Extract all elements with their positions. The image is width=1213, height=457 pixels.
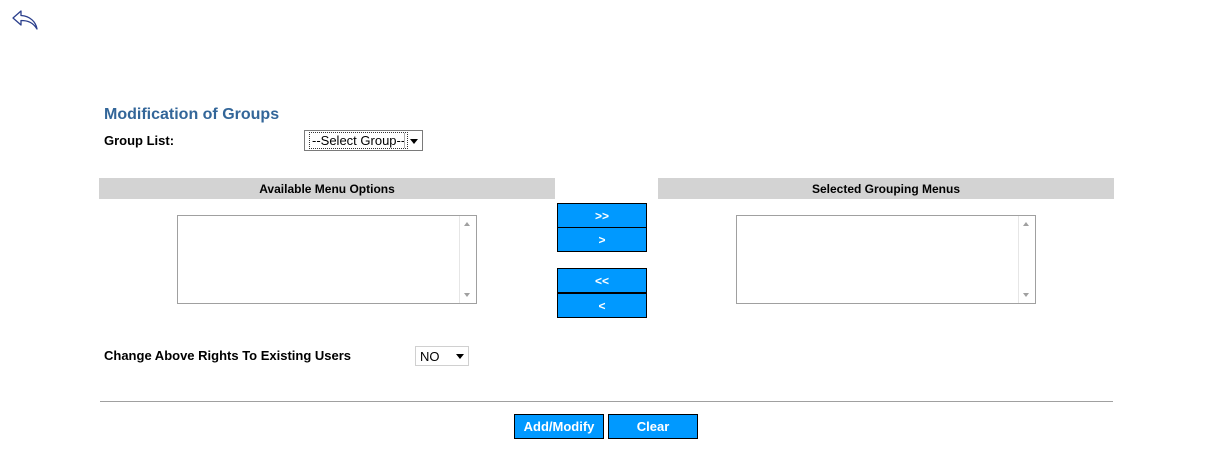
add-all-button[interactable]: >>: [557, 203, 647, 228]
available-menu-options-list[interactable]: [177, 215, 477, 304]
scroll-down-icon[interactable]: [1023, 293, 1029, 297]
remove-selected-button[interactable]: <: [557, 293, 647, 318]
group-select-value: --Select Group--: [309, 132, 409, 149]
available-menu-options-header: Available Menu Options: [99, 178, 555, 199]
change-rights-label: Change Above Rights To Existing Users: [104, 348, 352, 363]
clear-button[interactable]: Clear: [608, 414, 698, 439]
available-list-scrollbar[interactable]: [459, 216, 476, 303]
remove-all-button[interactable]: <<: [557, 268, 647, 293]
group-list-select[interactable]: --Select Group--: [304, 130, 423, 151]
chevron-down-icon: [456, 354, 464, 359]
scroll-down-icon[interactable]: [464, 293, 470, 297]
scroll-up-icon[interactable]: [1023, 222, 1029, 226]
divider: [100, 401, 1113, 402]
add-selected-button[interactable]: >: [557, 227, 647, 252]
change-rights-select[interactable]: NO: [415, 346, 469, 366]
select-divider: [404, 133, 405, 148]
group-list-label: Group List:: [104, 133, 175, 148]
chevron-down-icon: [410, 138, 418, 144]
selected-grouping-menus-list[interactable]: [736, 215, 1036, 304]
rights-select-value: NO: [420, 348, 440, 364]
add-modify-button[interactable]: Add/Modify: [514, 414, 604, 439]
back-arrow-icon[interactable]: [10, 8, 42, 34]
selected-list-scrollbar[interactable]: [1018, 216, 1035, 303]
scroll-up-icon[interactable]: [464, 222, 470, 226]
selected-grouping-menus-header: Selected Grouping Menus: [658, 178, 1114, 199]
page-title: Modification of Groups: [104, 106, 280, 123]
